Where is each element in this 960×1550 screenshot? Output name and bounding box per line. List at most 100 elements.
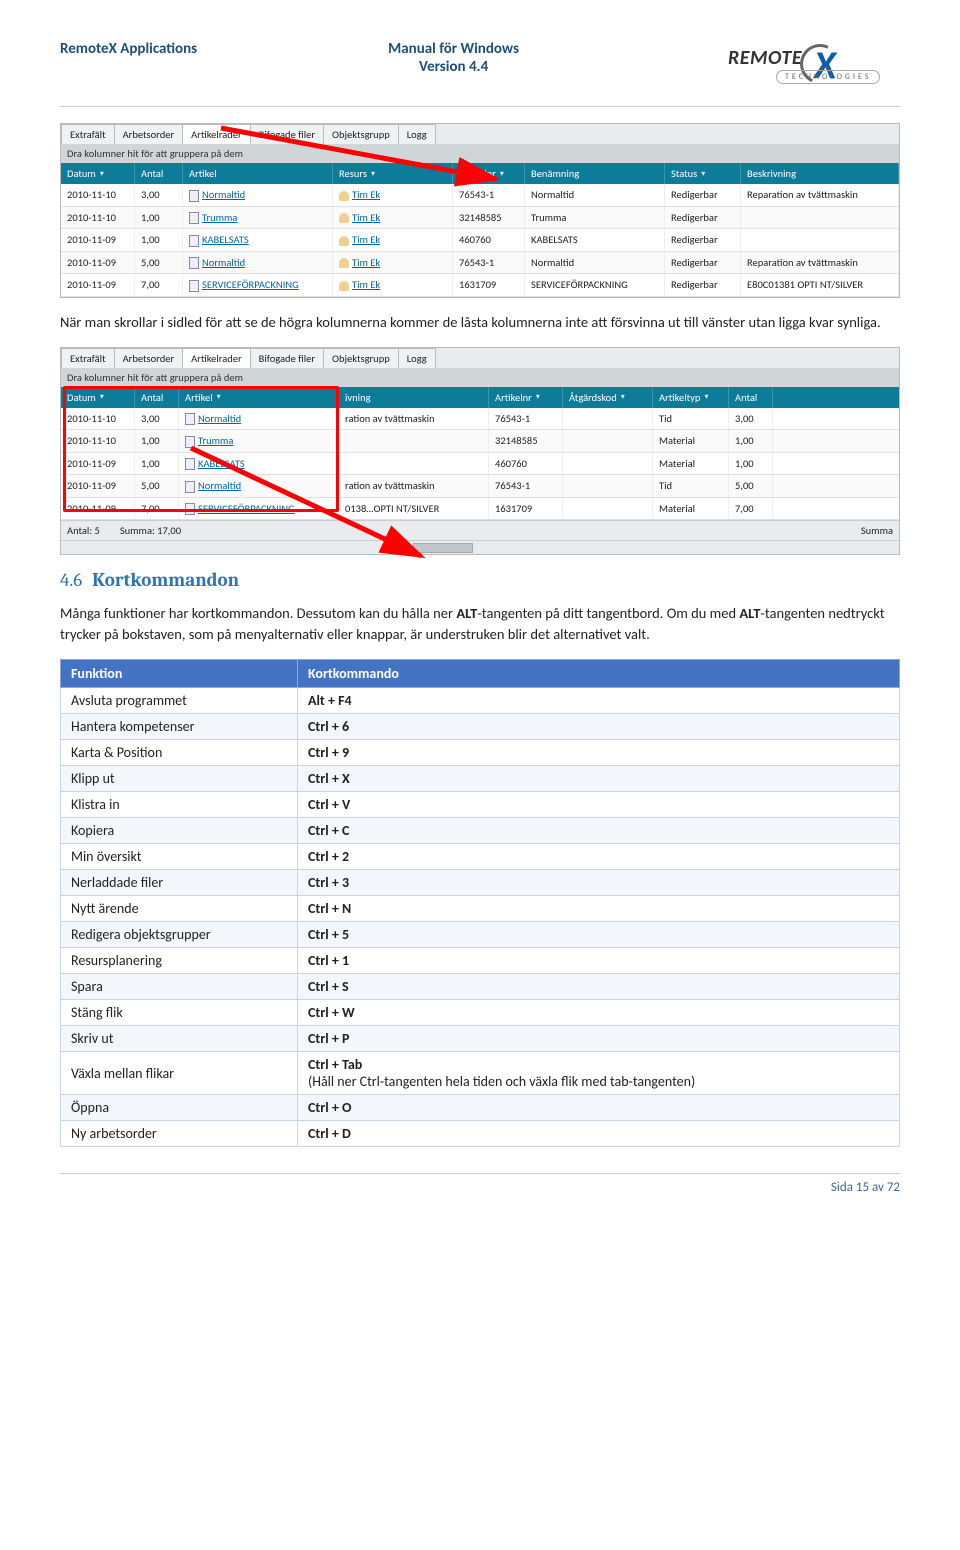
filter-icon[interactable]: ▾ bbox=[621, 392, 625, 402]
table-row[interactable]: 2010-11-095,00Normaltidration av tvättma… bbox=[61, 475, 899, 498]
col-datum[interactable]: Datum▾ bbox=[61, 163, 135, 184]
ss2-scrollbar[interactable] bbox=[61, 540, 899, 554]
ss2-footer: Antal: 5 Summa: 17,00 Summa bbox=[61, 520, 899, 540]
shortcut-key: Ctrl + 5 bbox=[298, 922, 900, 948]
shortcut-key: Ctrl + X bbox=[298, 766, 900, 792]
shortcut-key: Ctrl + 1 bbox=[298, 948, 900, 974]
tab-arbetsorder[interactable]: Arbetsorder bbox=[114, 348, 184, 368]
shortcut-function: Stäng flik bbox=[61, 1000, 298, 1026]
filter-icon[interactable]: ▾ bbox=[100, 392, 104, 402]
tab-bifogade filer[interactable]: Bifogade filer bbox=[250, 124, 324, 144]
filter-icon[interactable]: ▾ bbox=[217, 392, 221, 402]
table-row[interactable]: 2010-11-101,00TrummaTim Ek32148585Trumma… bbox=[61, 207, 899, 230]
table-row[interactable]: 2010-11-103,00Normaltidration av tvättma… bbox=[61, 408, 899, 431]
ss2-group-hint: Dra kolumner hit för att gruppera på dem bbox=[61, 368, 899, 387]
filter-icon[interactable]: ▾ bbox=[100, 169, 104, 179]
shortcut-row: Nerladdade filerCtrl + 3 bbox=[61, 870, 900, 896]
ss1-group-hint: Dra kolumner hit för att gruppera på dem bbox=[61, 144, 899, 163]
header-subtitle: Version 4.4 bbox=[197, 58, 710, 76]
col-benämning[interactable]: Benämning bbox=[525, 163, 665, 184]
shortcut-key: Ctrl + 2 bbox=[298, 844, 900, 870]
doc-icon bbox=[189, 235, 199, 247]
col-artikel[interactable]: Artikel▾ bbox=[179, 387, 339, 408]
filter-icon[interactable]: ▾ bbox=[701, 169, 705, 179]
shortcut-key: Ctrl + 9 bbox=[298, 740, 900, 766]
filter-icon[interactable]: ▾ bbox=[371, 169, 375, 179]
col-beskrivning[interactable]: Beskrivning bbox=[741, 163, 899, 184]
shortcut-row: ResursplaneringCtrl + 1 bbox=[61, 948, 900, 974]
doc-icon bbox=[189, 190, 199, 202]
scroll-thumb[interactable] bbox=[413, 543, 473, 553]
doc-icon bbox=[189, 212, 199, 224]
shortcut-row: Skriv utCtrl + P bbox=[61, 1026, 900, 1052]
shortcuts-col-function: Funktion bbox=[61, 660, 298, 688]
shortcuts-table: Funktion Kortkommando Avsluta programmet… bbox=[60, 659, 900, 1147]
table-row[interactable]: 2010-11-091,00KABELSATS460760Material1,0… bbox=[61, 453, 899, 476]
tab-artikelrader[interactable]: Artikelrader bbox=[182, 124, 251, 144]
tab-objektsgrupp[interactable]: Objektsgrupp bbox=[323, 348, 399, 368]
tab-extrafält[interactable]: Extrafält bbox=[61, 348, 115, 368]
tab-logg[interactable]: Logg bbox=[398, 124, 436, 144]
doc-icon bbox=[185, 481, 195, 493]
filter-icon[interactable]: ▾ bbox=[704, 392, 708, 402]
col-datum[interactable]: Datum▾ bbox=[61, 387, 135, 408]
shortcut-function: Min översikt bbox=[61, 844, 298, 870]
shortcut-key: Alt + F4 bbox=[298, 688, 900, 714]
section-number: 4.6 bbox=[60, 569, 82, 591]
tab-arbetsorder[interactable]: Arbetsorder bbox=[114, 124, 184, 144]
user-icon bbox=[339, 213, 349, 223]
user-icon bbox=[339, 281, 349, 291]
filter-icon[interactable]: ▾ bbox=[536, 392, 540, 402]
col-antal[interactable]: Antal bbox=[135, 387, 179, 408]
shortcut-row: Min översiktCtrl + 2 bbox=[61, 844, 900, 870]
paragraph-scroll-explain: När man skrollar i sidled för att se de … bbox=[60, 312, 900, 333]
shortcut-key: Ctrl + 3 bbox=[298, 870, 900, 896]
user-icon bbox=[339, 258, 349, 268]
shortcut-key: Ctrl + V bbox=[298, 792, 900, 818]
shortcut-function: Växla mellan flikar bbox=[61, 1052, 298, 1095]
ss2-count: Antal: 5 bbox=[67, 524, 100, 537]
shortcut-row: Nytt ärendeCtrl + N bbox=[61, 896, 900, 922]
doc-icon bbox=[185, 458, 195, 470]
col-antal[interactable]: Antal bbox=[729, 387, 773, 408]
col-resurs[interactable]: Resurs▾ bbox=[333, 163, 453, 184]
shortcut-function: Klistra in bbox=[61, 792, 298, 818]
table-row[interactable]: 2010-11-097,00SERVICEFÖRPACKNING0138…OPT… bbox=[61, 498, 899, 521]
doc-icon bbox=[185, 503, 195, 515]
shortcut-row: Hantera kompetenserCtrl + 6 bbox=[61, 714, 900, 740]
tab-extrafält[interactable]: Extrafält bbox=[61, 124, 115, 144]
col-ivning[interactable]: ivning bbox=[339, 387, 489, 408]
table-row[interactable]: 2010-11-091,00KABELSATSTim Ek460760KABEL… bbox=[61, 229, 899, 252]
shortcut-row: Karta & PositionCtrl + 9 bbox=[61, 740, 900, 766]
col-status[interactable]: Status▾ bbox=[665, 163, 741, 184]
shortcut-function: Nerladdade filer bbox=[61, 870, 298, 896]
shortcut-key: Ctrl + D bbox=[298, 1121, 900, 1147]
col-åtgärdskod[interactable]: Åtgärdskod▾ bbox=[563, 387, 653, 408]
tab-bifogade filer[interactable]: Bifogade filer bbox=[250, 348, 324, 368]
logo-subtext: TECHNOLOGIES bbox=[776, 70, 880, 84]
col-artikelnr[interactable]: Artikelnr▾ bbox=[453, 163, 525, 184]
tab-artikelrader[interactable]: Artikelrader bbox=[182, 348, 251, 368]
shortcut-key: Ctrl + W bbox=[298, 1000, 900, 1026]
col-artikel[interactable]: Artikel bbox=[183, 163, 333, 184]
shortcut-function: Skriv ut bbox=[61, 1026, 298, 1052]
user-icon bbox=[339, 191, 349, 201]
section-title-text: Kortkommandon bbox=[92, 569, 239, 591]
table-row[interactable]: 2010-11-103,00NormaltidTim Ek76543-1Norm… bbox=[61, 184, 899, 207]
table-row[interactable]: 2010-11-101,00Trumma32148585Material1,00 bbox=[61, 430, 899, 453]
table-row[interactable]: 2010-11-097,00SERVICEFÖRPACKNINGTim Ek16… bbox=[61, 274, 899, 297]
filter-icon[interactable]: ▾ bbox=[500, 169, 504, 179]
shortcut-key: Ctrl + P bbox=[298, 1026, 900, 1052]
tab-objektsgrupp[interactable]: Objektsgrupp bbox=[323, 124, 399, 144]
ss2-tabs: ExtrafältArbetsorderArtikelraderBifogade… bbox=[61, 348, 899, 368]
shortcut-function: Karta & Position bbox=[61, 740, 298, 766]
col-artikelnr[interactable]: Artikelnr▾ bbox=[489, 387, 563, 408]
shortcut-row: Ny arbetsorderCtrl + D bbox=[61, 1121, 900, 1147]
col-artikeltyp[interactable]: Artikeltyp▾ bbox=[653, 387, 729, 408]
shortcut-row: Stäng flikCtrl + W bbox=[61, 1000, 900, 1026]
table-row[interactable]: 2010-11-095,00NormaltidTim Ek76543-1Norm… bbox=[61, 252, 899, 275]
col-antal[interactable]: Antal bbox=[135, 163, 183, 184]
tab-logg[interactable]: Logg bbox=[398, 348, 436, 368]
page-footer: Sida 15 av 72 bbox=[60, 1173, 900, 1195]
shortcut-function: Klipp ut bbox=[61, 766, 298, 792]
